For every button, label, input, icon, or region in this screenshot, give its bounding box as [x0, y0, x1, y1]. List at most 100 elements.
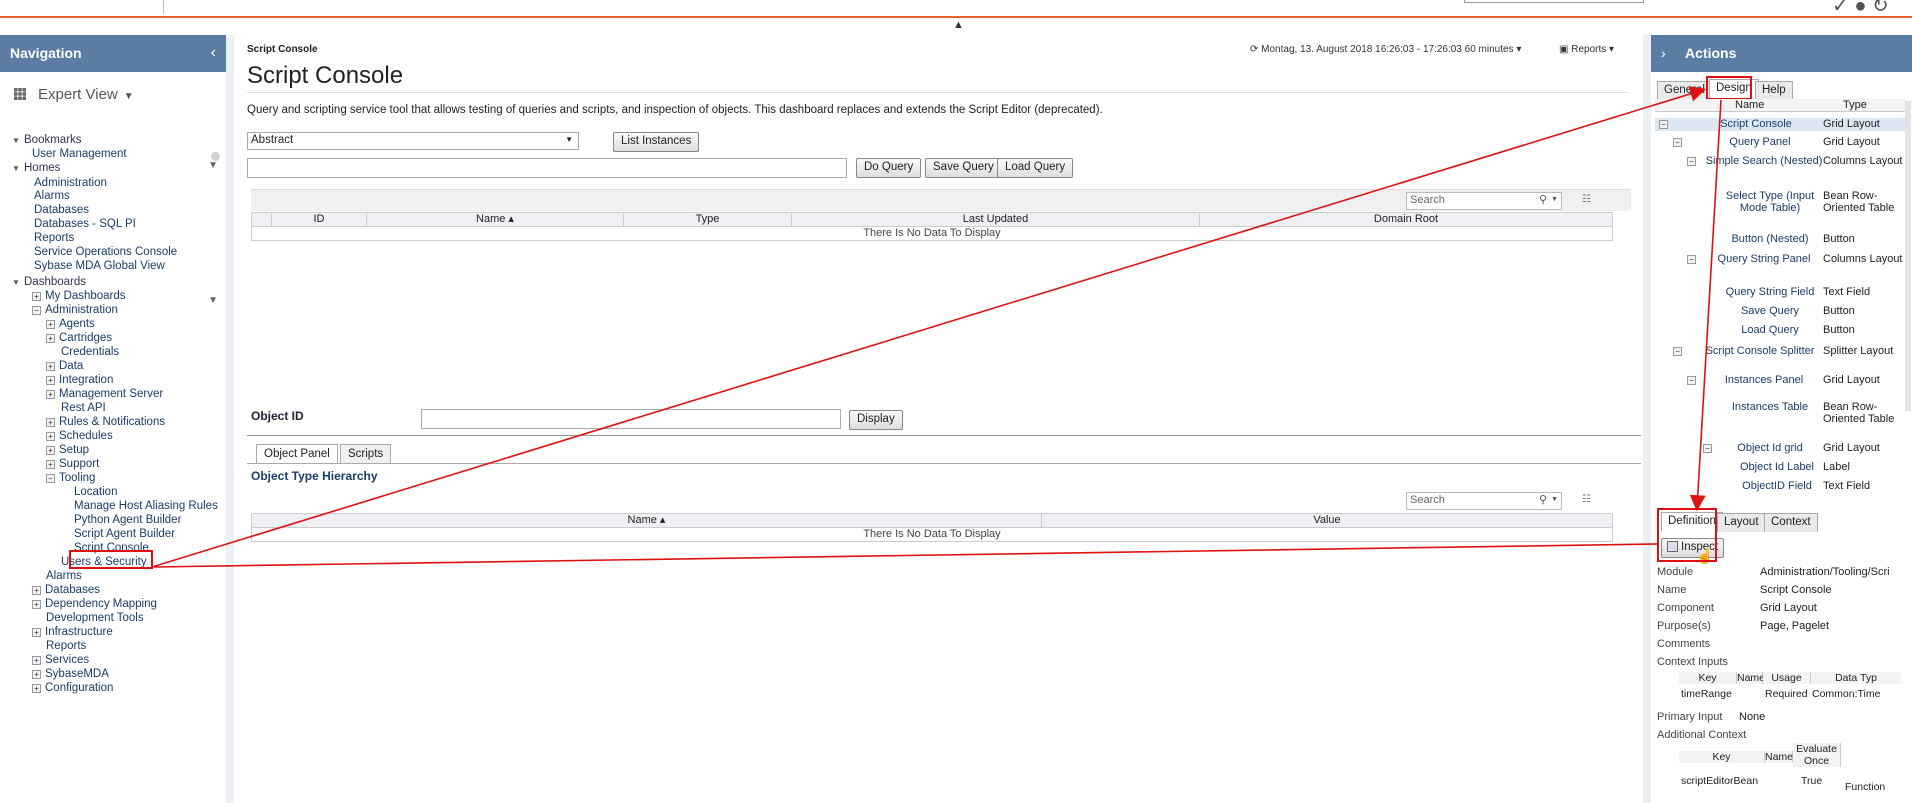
component-tree-row[interactable]: − Query String Panel Columns Layout — [1655, 253, 1907, 281]
collapse-icon[interactable]: − — [32, 306, 41, 315]
expand-icon[interactable]: + — [46, 418, 55, 427]
object-id-input[interactable] — [421, 409, 841, 429]
expand-icon[interactable]: + — [46, 432, 55, 441]
collapse-icon[interactable]: − — [1687, 255, 1696, 264]
collapse-icon[interactable]: − — [1703, 444, 1712, 453]
expand-icon[interactable]: + — [32, 600, 41, 609]
component-tree-row[interactable]: Select Type (Input Mode Table) Bean Row-O… — [1655, 190, 1907, 230]
column-type[interactable]: Type — [624, 213, 792, 226]
time-range-selector[interactable]: ⟳ Montag, 13. August 2018 16:26:03 - 17:… — [1250, 44, 1521, 55]
nav-item-sybase-mda-global-view[interactable]: Sybase MDA Global View — [34, 259, 165, 273]
nav-item-service-operations-console[interactable]: Service Operations Console — [34, 245, 177, 259]
nav-item-rest-api[interactable]: Rest API — [61, 401, 106, 415]
column-last-updated[interactable]: Last Updated — [792, 213, 1200, 226]
nav-item-schedules[interactable]: + Schedules — [46, 429, 113, 443]
right-splitter[interactable] — [1643, 35, 1651, 803]
component-tree-row[interactable]: ObjectID Field Text Field — [1655, 480, 1907, 493]
hierarchy-search-input[interactable]: Search ⚲ ▼ — [1406, 492, 1562, 510]
expand-icon[interactable]: + — [32, 292, 41, 301]
load-query-button[interactable]: Load Query — [997, 158, 1074, 178]
nav-item-administration[interactable]: − Administration — [32, 303, 118, 317]
component-tree-row[interactable]: − Script Console Splitter Splitter Layout — [1655, 345, 1907, 373]
collapse-up-icon[interactable]: ▲ — [953, 19, 964, 31]
expand-icon[interactable]: + — [46, 390, 55, 399]
nav-item-support[interactable]: + Support — [46, 457, 99, 471]
expand-icon[interactable]: + — [46, 460, 55, 469]
chevron-down-icon[interactable]: ▼ — [1551, 496, 1558, 503]
nav-item-bookmarks[interactable]: ▼ Bookmarks — [12, 133, 82, 147]
collapse-icon[interactable]: − — [1673, 138, 1682, 147]
nav-item-homes[interactable]: ▼ Homes — [12, 161, 60, 175]
display-button[interactable]: Display — [849, 410, 903, 430]
component-tree-row[interactable]: − Query Panel Grid Layout — [1655, 136, 1907, 149]
nav-item-credentials[interactable]: Credentials — [61, 345, 119, 359]
nav-item-my-dashboards[interactable]: + My Dashboards — [32, 289, 126, 303]
left-splitter[interactable] — [226, 35, 234, 803]
nav-item-reports[interactable]: Reports — [34, 231, 74, 245]
homes-filter-icon[interactable]: ▼ — [208, 160, 218, 171]
collapse-icon[interactable]: − — [1673, 347, 1682, 356]
component-tree-row[interactable]: − Script Console Grid Layout — [1655, 118, 1907, 131]
reports-menu[interactable]: ▣ Reports ▾ — [1559, 44, 1614, 55]
do-query-button[interactable]: Do Query — [856, 158, 922, 178]
query-string-input[interactable] — [247, 158, 847, 178]
component-tree-row[interactable]: Object Id Label Label — [1655, 461, 1907, 474]
nav-item-integration[interactable]: + Integration — [46, 373, 113, 387]
expand-icon[interactable]: + — [32, 628, 41, 637]
type-select[interactable]: Abstract ▼ — [247, 132, 579, 150]
nav-item-rules-notifications[interactable]: + Rules & Notifications — [46, 415, 165, 429]
nav-item-management-server[interactable]: + Management Server — [46, 387, 163, 401]
nav-item-reports[interactable]: Reports — [46, 639, 86, 653]
nav-item-setup[interactable]: + Setup — [46, 443, 89, 457]
component-tree-row[interactable]: Load Query Button — [1655, 324, 1907, 337]
expand-icon[interactable]: + — [46, 334, 55, 343]
expand-icon[interactable]: + — [46, 376, 55, 385]
component-tree-row[interactable]: Save Query Button — [1655, 305, 1907, 318]
column-domain-root[interactable]: Domain Root — [1200, 213, 1612, 226]
nav-item-script-agent-builder[interactable]: Script Agent Builder — [74, 527, 175, 541]
search-icon[interactable]: ⚲ — [1539, 193, 1547, 206]
splitter-divider[interactable] — [247, 435, 1641, 436]
nav-item-dashboards[interactable]: ▼ Dashboards — [12, 275, 86, 289]
nav-item-alarms[interactable]: Alarms — [34, 189, 70, 203]
save-query-button[interactable]: Save Query — [925, 158, 1002, 178]
column-value[interactable]: Value — [1042, 514, 1612, 527]
nav-item-infrastructure[interactable]: + Infrastructure — [32, 625, 113, 639]
collapse-icon[interactable]: − — [46, 474, 55, 483]
expand-icon[interactable]: + — [32, 656, 41, 665]
twisty-down-icon[interactable]: ▼ — [12, 134, 20, 148]
nav-item-configuration[interactable]: + Configuration — [32, 681, 113, 695]
nav-item-services[interactable]: + Services — [32, 653, 89, 667]
tab-scripts[interactable]: Scripts — [340, 444, 392, 464]
component-tree-row[interactable]: Button (Nested) Button — [1655, 233, 1907, 246]
component-tree-row[interactable]: − Simple Search (Nested) Columns Layout — [1655, 155, 1907, 183]
component-tree-row[interactable]: − Instances Panel Grid Layout — [1655, 374, 1907, 387]
nav-item-sybasemda[interactable]: + SybaseMDA — [32, 667, 109, 681]
nav-item-cartridges[interactable]: + Cartridges — [46, 331, 112, 345]
nav-item-agents[interactable]: + Agents — [46, 317, 95, 331]
top-icons[interactable]: ✓ ● ↻ — [1832, 0, 1889, 18]
expert-view-selector[interactable]: Expert View ▼ — [0, 72, 226, 112]
tab-layout[interactable]: Layout — [1717, 513, 1766, 532]
tab-general[interactable]: General — [1657, 81, 1712, 100]
tab-object-panel[interactable]: Object Panel — [256, 444, 338, 464]
nav-item-data[interactable]: + Data — [46, 359, 83, 373]
twisty-down-icon[interactable]: ▼ — [12, 162, 20, 176]
nav-item-location[interactable]: Location — [74, 485, 117, 499]
expand-icon[interactable]: + — [46, 362, 55, 371]
nav-item-manage-host-aliasing-rules[interactable]: Manage Host Aliasing Rules — [74, 499, 218, 513]
collapse-left-icon[interactable]: ‹ — [211, 44, 216, 62]
list-instances-button[interactable]: List Instances — [613, 132, 700, 152]
nav-item-alarms[interactable]: Alarms — [46, 569, 82, 583]
collapse-icon[interactable]: − — [1687, 376, 1696, 385]
nav-item-databases-sql-pi[interactable]: Databases - SQL PI — [34, 217, 136, 231]
tree-scrollbar[interactable] — [1905, 101, 1911, 411]
chevron-down-icon[interactable]: ▼ — [1551, 196, 1558, 203]
nav-item-development-tools[interactable]: Development Tools — [46, 611, 144, 625]
column-name[interactable]: Name ▴ — [367, 213, 624, 226]
collapse-icon[interactable]: − — [1687, 157, 1696, 166]
expand-icon[interactable]: + — [32, 684, 41, 693]
expand-right-icon[interactable]: › — [1661, 45, 1666, 61]
nav-item-databases[interactable]: + Databases — [32, 583, 100, 597]
component-tree-row[interactable]: Query String Field Text Field — [1655, 286, 1907, 299]
